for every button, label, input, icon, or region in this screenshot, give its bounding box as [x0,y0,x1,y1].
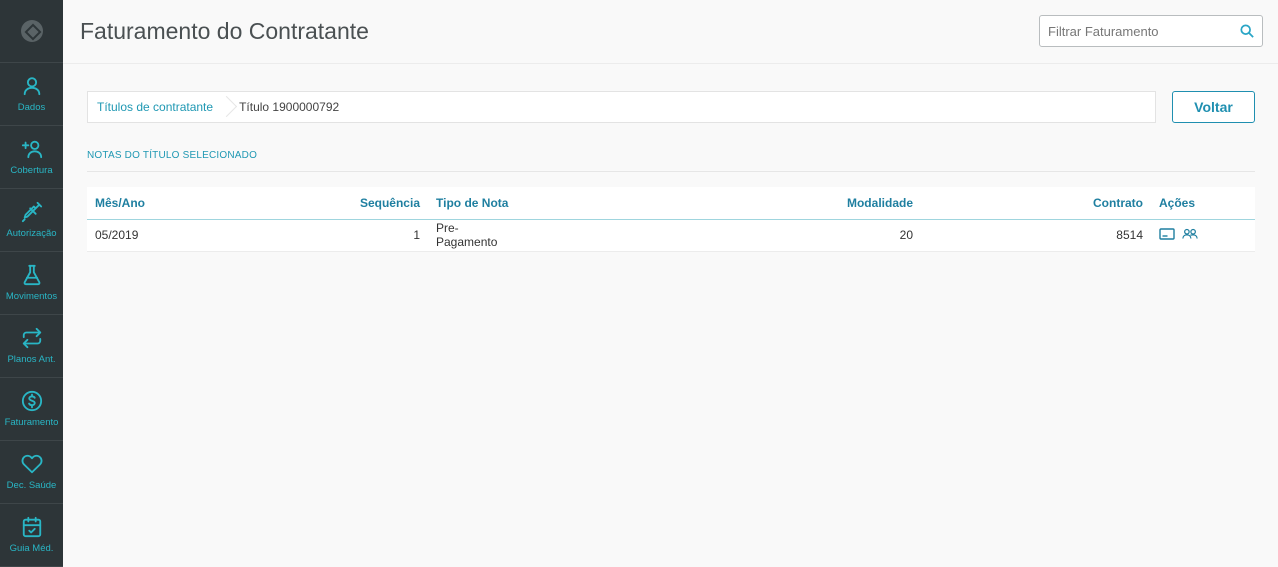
sidebar-item-movimentos[interactable]: Movimentos [0,252,63,315]
syringe-icon [21,201,42,223]
column-header-modalidade[interactable]: Modalidade [512,187,913,220]
cell-mes-ano: 05/2019 [87,219,345,252]
breadcrumb-separator [223,92,231,122]
search-input[interactable] [1040,16,1232,46]
sidebar-item-planos-ant[interactable]: Planos Ant. [0,315,63,378]
table-header-row: Mês/Ano Sequência Tipo de Nota Modalidad… [87,187,1255,220]
breadcrumb: Títulos de contratante Título 1900000792 [87,91,1156,123]
page-title: Faturamento do Contratante [80,18,369,44]
header-divider [63,63,1278,64]
sidebar-item-label: Guia Méd. [9,543,54,554]
section-divider [87,171,1255,172]
sidebar-item-cobertura[interactable]: Cobertura [0,126,63,189]
dollar-icon [21,390,42,412]
sidebar-item-label: Planos Ant. [7,354,56,365]
column-header-tipo-nota[interactable]: Tipo de Nota [420,187,512,220]
back-button[interactable]: Voltar [1172,91,1255,123]
heart-icon [21,454,42,474]
calendar-check-icon [22,516,41,538]
sidebar-item-label: Dados [17,102,46,113]
user-icon [23,77,40,96]
card-icon[interactable] [1159,227,1175,244]
search-icon[interactable] [1232,16,1262,46]
app-logo[interactable] [0,0,63,63]
sidebar: Dados Cobertura Autorização Movimentos P… [0,0,63,567]
sidebar-item-label: Movimentos [5,291,58,302]
column-header-sequencia[interactable]: Sequência [345,187,420,220]
table-row[interactable]: 05/2019 1 Pre-Pagamento 20 8514 [87,219,1255,252]
column-header-acoes: Ações [1143,187,1255,220]
cell-contrato: 8514 [913,219,1143,252]
column-header-mes-ano[interactable]: Mês/Ano [87,187,345,220]
column-header-contrato[interactable]: Contrato [913,187,1143,220]
sidebar-item-dados[interactable]: Dados [0,63,63,126]
swap-arrows-icon [22,327,41,349]
flask-icon [23,264,40,286]
breadcrumb-current: Título 1900000792 [239,100,340,114]
cell-acoes [1143,219,1255,252]
search-box [1039,15,1263,47]
add-user-icon [21,140,42,159]
logo-icon [20,20,43,42]
sidebar-item-label: Dec. Saúde [6,480,57,491]
sidebar-item-autorizacao[interactable]: Autorização [0,189,63,252]
users-icon[interactable] [1182,227,1199,244]
notes-table: Mês/Ano Sequência Tipo de Nota Modalidad… [87,187,1255,252]
sidebar-item-faturamento[interactable]: Faturamento [0,378,63,441]
sidebar-item-guia-med[interactable]: Guia Méd. [0,504,63,567]
sidebar-item-label: Autorização [6,228,57,239]
section-title: NOTAS DO TÍTULO SELECIONADO [87,150,258,161]
cell-sequencia: 1 [345,219,420,252]
cell-modalidade: 20 [512,219,913,252]
cell-tipo-nota: Pre-Pagamento [420,219,512,252]
sidebar-item-label: Cobertura [10,165,53,176]
sidebar-item-label: Faturamento [4,417,59,428]
breadcrumb-parent-link[interactable]: Títulos de contratante [88,100,223,114]
sidebar-item-dec-saude[interactable]: Dec. Saúde [0,441,63,504]
